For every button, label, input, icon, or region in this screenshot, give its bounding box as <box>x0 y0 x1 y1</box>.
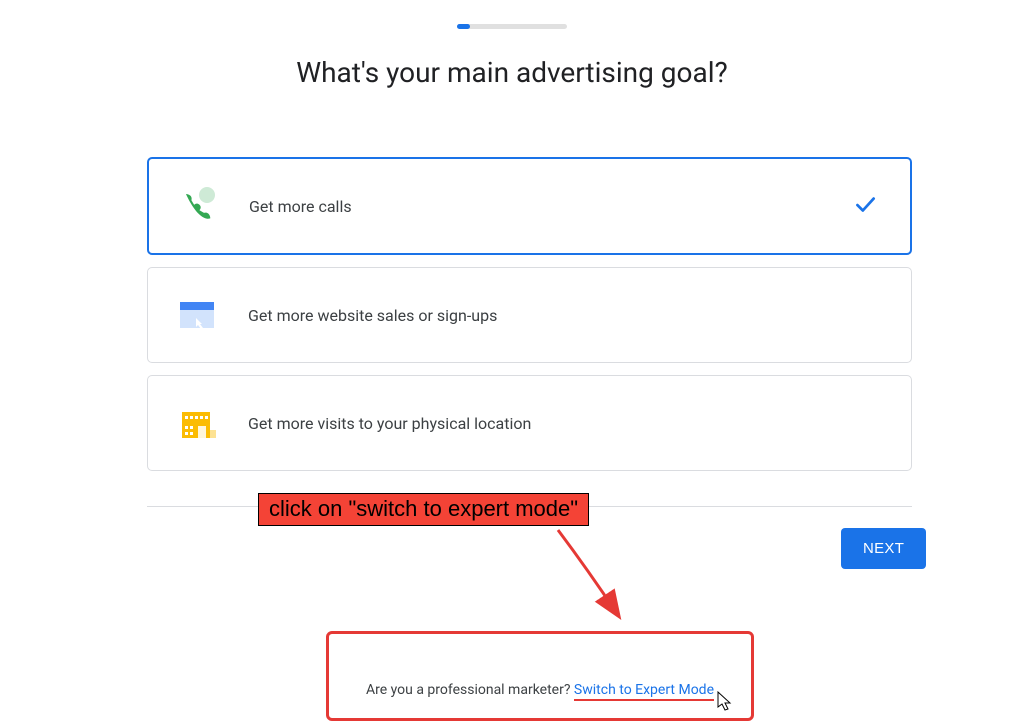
page-title: What's your main advertising goal? <box>0 56 1024 89</box>
checkmark-icon <box>852 191 878 221</box>
option-physical-location[interactable]: Get more visits to your physical locatio… <box>147 375 912 471</box>
phone-icon <box>177 185 219 227</box>
annotation-arrow-icon <box>548 520 658 640</box>
footer-text: Are you a professional marketer? Switch … <box>366 682 714 698</box>
option-label: Get more website sales or sign-ups <box>248 306 497 325</box>
goal-options: Get more calls Get more website sales or… <box>147 157 912 483</box>
progress-bar <box>457 24 567 29</box>
progress-fill <box>457 24 470 29</box>
option-label: Get more calls <box>249 197 352 216</box>
footer-question: Are you a professional marketer? <box>366 682 574 698</box>
option-get-more-calls[interactable]: Get more calls <box>147 157 912 255</box>
annotation-callout: click on "switch to expert mode" <box>258 493 589 526</box>
expert-mode-box: Are you a professional marketer? Switch … <box>326 631 754 721</box>
next-button[interactable]: NEXT <box>841 528 926 569</box>
option-website-sales[interactable]: Get more website sales or sign-ups <box>147 267 912 363</box>
switch-to-expert-mode-link[interactable]: Switch to Expert Mode <box>574 682 714 701</box>
browser-icon <box>176 294 218 336</box>
store-icon <box>176 402 218 444</box>
option-label: Get more visits to your physical locatio… <box>248 414 531 433</box>
